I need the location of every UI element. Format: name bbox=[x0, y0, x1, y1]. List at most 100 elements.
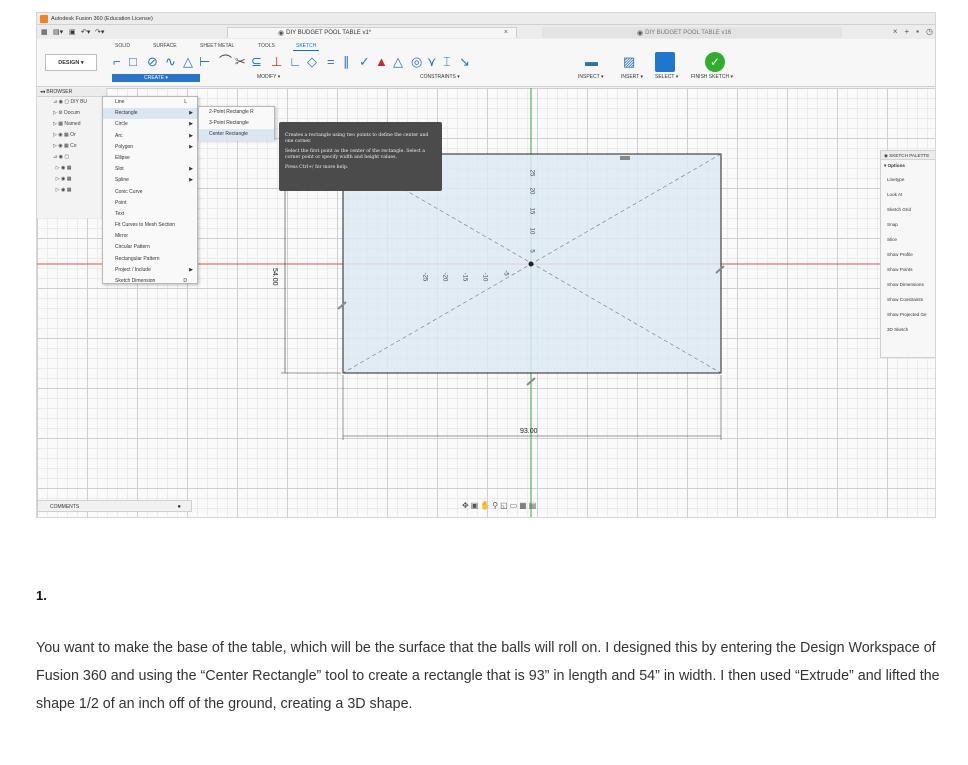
browser-row[interactable]: ▷ ◉ ▦ bbox=[37, 185, 106, 196]
menu-item-arc[interactable]: Arc ▶ bbox=[103, 131, 197, 142]
circle-icon[interactable]: ⊘ bbox=[147, 55, 158, 69]
menu-item-rectangle[interactable]: Rectangle ▶ bbox=[103, 108, 197, 120]
save-icon[interactable]: ▣ bbox=[69, 28, 76, 36]
palette-option[interactable]: Show Dimensions bbox=[881, 277, 935, 292]
viewports-icon[interactable]: ▤ bbox=[529, 501, 539, 510]
menu-item-text[interactable]: Text bbox=[103, 209, 197, 220]
palette-option[interactable]: Slice bbox=[881, 232, 935, 247]
browser-row[interactable]: ▷ ◉ ▦ Co bbox=[37, 141, 106, 152]
palette-option[interactable]: Show Constraints bbox=[881, 292, 935, 307]
display-settings-icon[interactable]: ▭ bbox=[510, 501, 520, 510]
palette-option[interactable]: Show Projected Ge bbox=[881, 307, 935, 322]
finish-sketch-label[interactable]: FINISH SKETCH ▾ bbox=[691, 74, 733, 80]
perpendicular-icon[interactable]: ✓ bbox=[359, 55, 370, 69]
browser-row[interactable]: ▷ ◉ ▦ bbox=[37, 163, 106, 174]
constraints-group-label[interactable]: CONSTRAINTS ▾ bbox=[420, 74, 460, 80]
tab-surface[interactable]: SURFACE bbox=[150, 42, 180, 50]
palette-option[interactable]: 3D Sketch bbox=[881, 322, 935, 337]
midpoint-icon[interactable]: ↘ bbox=[459, 55, 470, 69]
tab-sketch[interactable]: SKETCH bbox=[293, 42, 320, 51]
symmetry-icon[interactable]: ⌶ bbox=[443, 55, 451, 69]
menu-item-line[interactable]: Line L bbox=[103, 97, 197, 108]
select-group-label[interactable]: SELECT ▾ bbox=[655, 74, 678, 80]
browser-row[interactable]: ⊿ ◉ ▢ bbox=[37, 152, 106, 163]
browser-row[interactable]: ▷ ▦ Named bbox=[37, 119, 106, 130]
modify-group-label[interactable]: MODIFY ▾ bbox=[257, 74, 280, 80]
offset-icon[interactable]: ⊆ bbox=[251, 55, 262, 69]
height-dimension-value[interactable]: 54.00 bbox=[271, 268, 278, 286]
palette-option[interactable]: Sketch Grid bbox=[881, 202, 935, 217]
tangent-icon[interactable]: △ bbox=[393, 55, 403, 69]
menu-item-polygon[interactable]: Polygon ▶ bbox=[103, 142, 197, 153]
concentric-icon[interactable]: ◎ bbox=[411, 55, 422, 69]
menu-item-2-point-rectangle[interactable]: 2-Point Rectangle R bbox=[199, 107, 274, 118]
select-cursor-icon[interactable] bbox=[655, 52, 675, 72]
grid-icon[interactable]: ▦ bbox=[41, 28, 48, 36]
palette-option[interactable]: Snap bbox=[881, 217, 935, 232]
orbit-icon[interactable]: ✥ bbox=[462, 501, 471, 510]
menu-item-spline[interactable]: Spline ▶ bbox=[103, 175, 197, 186]
trim-icon[interactable]: ✂ bbox=[235, 55, 246, 69]
rectangle-icon[interactable]: □ bbox=[129, 55, 137, 69]
look-at-icon[interactable]: ▣ bbox=[471, 501, 481, 510]
pan-icon[interactable]: ✋ bbox=[480, 501, 492, 510]
browser-header[interactable]: ◂◂ BROWSER bbox=[37, 88, 106, 97]
redo-icon[interactable]: ↷▾ bbox=[95, 28, 104, 36]
menu-item-center-rectangle[interactable]: Center Rectangle bbox=[199, 129, 274, 141]
menu-item-ellipse[interactable]: Ellipse bbox=[103, 153, 197, 164]
parallel-icon[interactable]: ∥ bbox=[343, 55, 350, 69]
slot-icon[interactable]: ⊢ bbox=[199, 55, 210, 69]
insert-group-label[interactable]: INSERT ▾ bbox=[621, 74, 643, 80]
menu-item-project-include[interactable]: Project / Include ▶ bbox=[103, 265, 197, 276]
tab-sheet-metal[interactable]: SHEET METAL bbox=[197, 42, 237, 50]
insert-image-icon[interactable]: ▨ bbox=[623, 55, 635, 69]
menu-item-fit-curves[interactable]: Fit Curves to Mesh Section bbox=[103, 220, 197, 231]
tab-solid[interactable]: SOLID bbox=[112, 42, 133, 50]
fix-icon[interactable]: ⊥ bbox=[271, 55, 282, 69]
options-toggle[interactable]: ▾ Options bbox=[881, 160, 935, 172]
create-group-label[interactable]: CREATE ▾ bbox=[112, 74, 200, 82]
fit-icon[interactable]: ◱ bbox=[500, 501, 510, 510]
sketch-palette-header[interactable]: ◉ SKETCH PALETTE bbox=[881, 151, 935, 160]
palette-option[interactable]: Show Profile bbox=[881, 247, 935, 262]
browser-row[interactable]: ▷ ◉ ▦ bbox=[37, 174, 106, 185]
comments-panel[interactable]: COMMENTS ● bbox=[37, 500, 192, 512]
palette-option[interactable]: Look At bbox=[881, 187, 935, 202]
menu-item-conic-curve[interactable]: Conic Curve bbox=[103, 187, 197, 198]
finish-check-icon[interactable]: ✓ bbox=[705, 52, 725, 72]
spline-icon[interactable]: ∿ bbox=[165, 55, 176, 69]
undo-icon[interactable]: ↶▾ bbox=[81, 28, 90, 36]
palette-option[interactable]: Linetype bbox=[881, 172, 935, 187]
notification-icon[interactable]: ▪ bbox=[916, 27, 919, 36]
menu-item-slot[interactable]: Slot ▶ bbox=[103, 164, 197, 175]
coincident-icon[interactable]: ◇ bbox=[307, 55, 317, 69]
triangle-icon[interactable]: △ bbox=[183, 55, 193, 69]
inspect-icon[interactable]: ▬ bbox=[585, 55, 598, 69]
menu-item-mirror[interactable]: Mirror bbox=[103, 231, 197, 242]
menu-item-circle[interactable]: Circle ▶ bbox=[103, 119, 197, 130]
grid-settings-icon[interactable]: ▦ bbox=[519, 501, 529, 510]
browser-row[interactable]: ▷ ◉ ▦ Or bbox=[37, 130, 106, 141]
menu-item-rectangular-pattern[interactable]: Rectangular Pattern bbox=[103, 254, 197, 265]
lock-icon[interactable]: ▲ bbox=[375, 55, 388, 69]
menu-item-3-point-rectangle[interactable]: 3-Point Rectangle bbox=[199, 118, 274, 129]
palette-option[interactable]: Show Points bbox=[881, 262, 935, 277]
menu-item-sketch-dimension[interactable]: Sketch Dimension D bbox=[103, 276, 197, 287]
close-tab-icon[interactable]: × bbox=[504, 29, 508, 36]
tab-tools[interactable]: TOOLS bbox=[255, 42, 278, 50]
browser-row[interactable]: ⊿ ◉ ▢ DIY BU bbox=[37, 97, 106, 108]
collinear-icon[interactable]: ⋎ bbox=[427, 55, 437, 69]
fillet-icon[interactable]: ⌒ bbox=[219, 55, 232, 69]
menu-item-circular-pattern[interactable]: Circular Pattern bbox=[103, 242, 197, 253]
browser-row[interactable]: ▷ ⚙ Docum bbox=[37, 108, 106, 119]
plus-icon[interactable]: + bbox=[905, 27, 910, 36]
inspect-group-label[interactable]: INSPECT ▾ bbox=[578, 74, 603, 80]
equal-icon[interactable]: = bbox=[327, 55, 335, 69]
zoom-icon[interactable]: ⚲ bbox=[492, 501, 500, 510]
menu-item-point[interactable]: Point bbox=[103, 198, 197, 209]
width-dimension-value[interactable]: 93.00 bbox=[520, 428, 538, 435]
add-comment-icon[interactable]: ● bbox=[177, 501, 181, 513]
close-icon[interactable]: × bbox=[893, 27, 898, 36]
clock-icon[interactable]: ◷ bbox=[926, 27, 933, 36]
file-icon[interactable]: ▤▾ bbox=[53, 28, 63, 36]
